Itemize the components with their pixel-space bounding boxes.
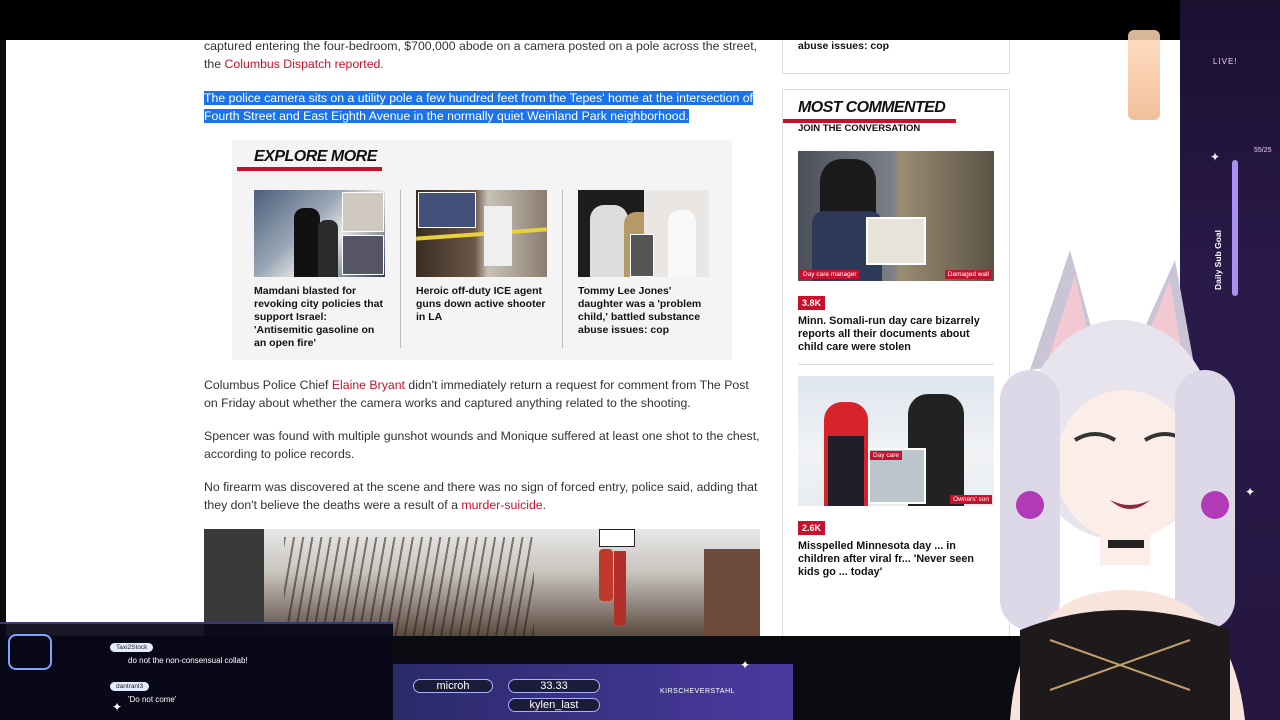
join-conversation: JOIN THE CONVERSATION	[798, 123, 921, 134]
live-indicator: LIVE!	[1213, 57, 1238, 66]
explore-heading: EXPLORE MORE	[254, 148, 377, 165]
explore-thumb[interactable]	[578, 190, 709, 277]
divider	[400, 190, 401, 348]
comment-count-badge: 3.8K	[798, 296, 826, 310]
vtuber-avatar	[1000, 250, 1245, 720]
explore-card-title[interactable]: Mamdani blasted for revoking city polici…	[254, 285, 386, 350]
explore-more-box: EXPLORE MORE Mamdani blasted for revokin…	[232, 140, 732, 360]
explore-card[interactable]: Heroic off-duty ICE agent guns down acti…	[416, 190, 548, 324]
article-paragraph: captured entering the four-bedroom, $700…	[204, 40, 760, 73]
stream-overlay: { "article": { "p1_a": "captured enterin…	[0, 0, 1280, 720]
heading-underline	[237, 167, 382, 171]
star-icon: ✦	[1210, 150, 1221, 164]
explore-thumb[interactable]	[254, 190, 385, 277]
chat-message: 'Do not come'	[128, 695, 177, 704]
latest-tip: 33.33	[508, 679, 600, 693]
star-icon: ✦	[740, 658, 751, 672]
text: .	[542, 498, 547, 512]
chat-box: Taxi2Stock do not the non-consensual col…	[0, 622, 393, 720]
explore-thumb[interactable]	[416, 190, 547, 277]
explore-card-title[interactable]: Heroic off-duty ICE agent guns down acti…	[416, 285, 548, 324]
most-commented-heading: MOST COMMENTED	[798, 99, 946, 116]
article-body: captured entering the four-bedroom, $700…	[204, 40, 760, 140]
comment-count-badge: 2.6K	[798, 521, 826, 535]
sidebar-prev-box: abuse issues: cop	[782, 40, 1010, 74]
dispatch-link[interactable]: Columbus Dispatch reported.	[225, 57, 384, 71]
explore-card-title[interactable]: Tommy Lee Jones' daughter was a 'problem…	[578, 285, 710, 337]
latest-sub: kylen_last	[508, 698, 600, 712]
chat-message: do not the non-consensual collab!	[128, 656, 248, 665]
chat-username: dantranl3	[110, 682, 150, 691]
text: Columbus Police Chief	[204, 378, 332, 392]
selected-text[interactable]: The police camera sits on a utility pole…	[204, 91, 753, 123]
chat-username: Taxi2Stock	[110, 643, 154, 652]
image-caption: Day care manager	[800, 270, 860, 279]
elaine-bryant-link[interactable]: Elaine Bryant	[332, 378, 405, 392]
chat-cat-icon	[8, 634, 52, 670]
top-black-bar	[0, 0, 1280, 40]
article-body-continued: Columbus Police Chief Elaine Bryant didn…	[204, 376, 760, 529]
murder-suicide-link[interactable]: murder-suicide	[461, 498, 542, 512]
article-photo[interactable]	[204, 529, 760, 636]
prev-item-title[interactable]: abuse issues: cop	[798, 40, 889, 52]
article-paragraph: No firearm was discovered at the scene a…	[204, 478, 760, 514]
social-handle: KIRSCHEVERSTAHL	[660, 688, 736, 695]
latest-follower: microh	[413, 679, 493, 693]
article-paragraph: Columbus Police Chief Elaine Bryant didn…	[204, 376, 760, 412]
article-paragraph-highlighted: The police camera sits on a utility pole…	[204, 89, 760, 125]
lantern-decoration	[1128, 30, 1160, 120]
divider	[562, 190, 563, 348]
star-icon: ✦	[112, 700, 123, 714]
image-caption: Day care	[870, 451, 903, 460]
sub-goal-value: 55/25	[1254, 147, 1272, 154]
article-paragraph: Spencer was found with multiple gunshot …	[204, 429, 760, 461]
star-icon: ✦	[1245, 485, 1256, 499]
explore-card[interactable]: Mamdani blasted for revoking city polici…	[254, 190, 386, 350]
explore-card[interactable]: Tommy Lee Jones' daughter was a 'problem…	[578, 190, 710, 337]
